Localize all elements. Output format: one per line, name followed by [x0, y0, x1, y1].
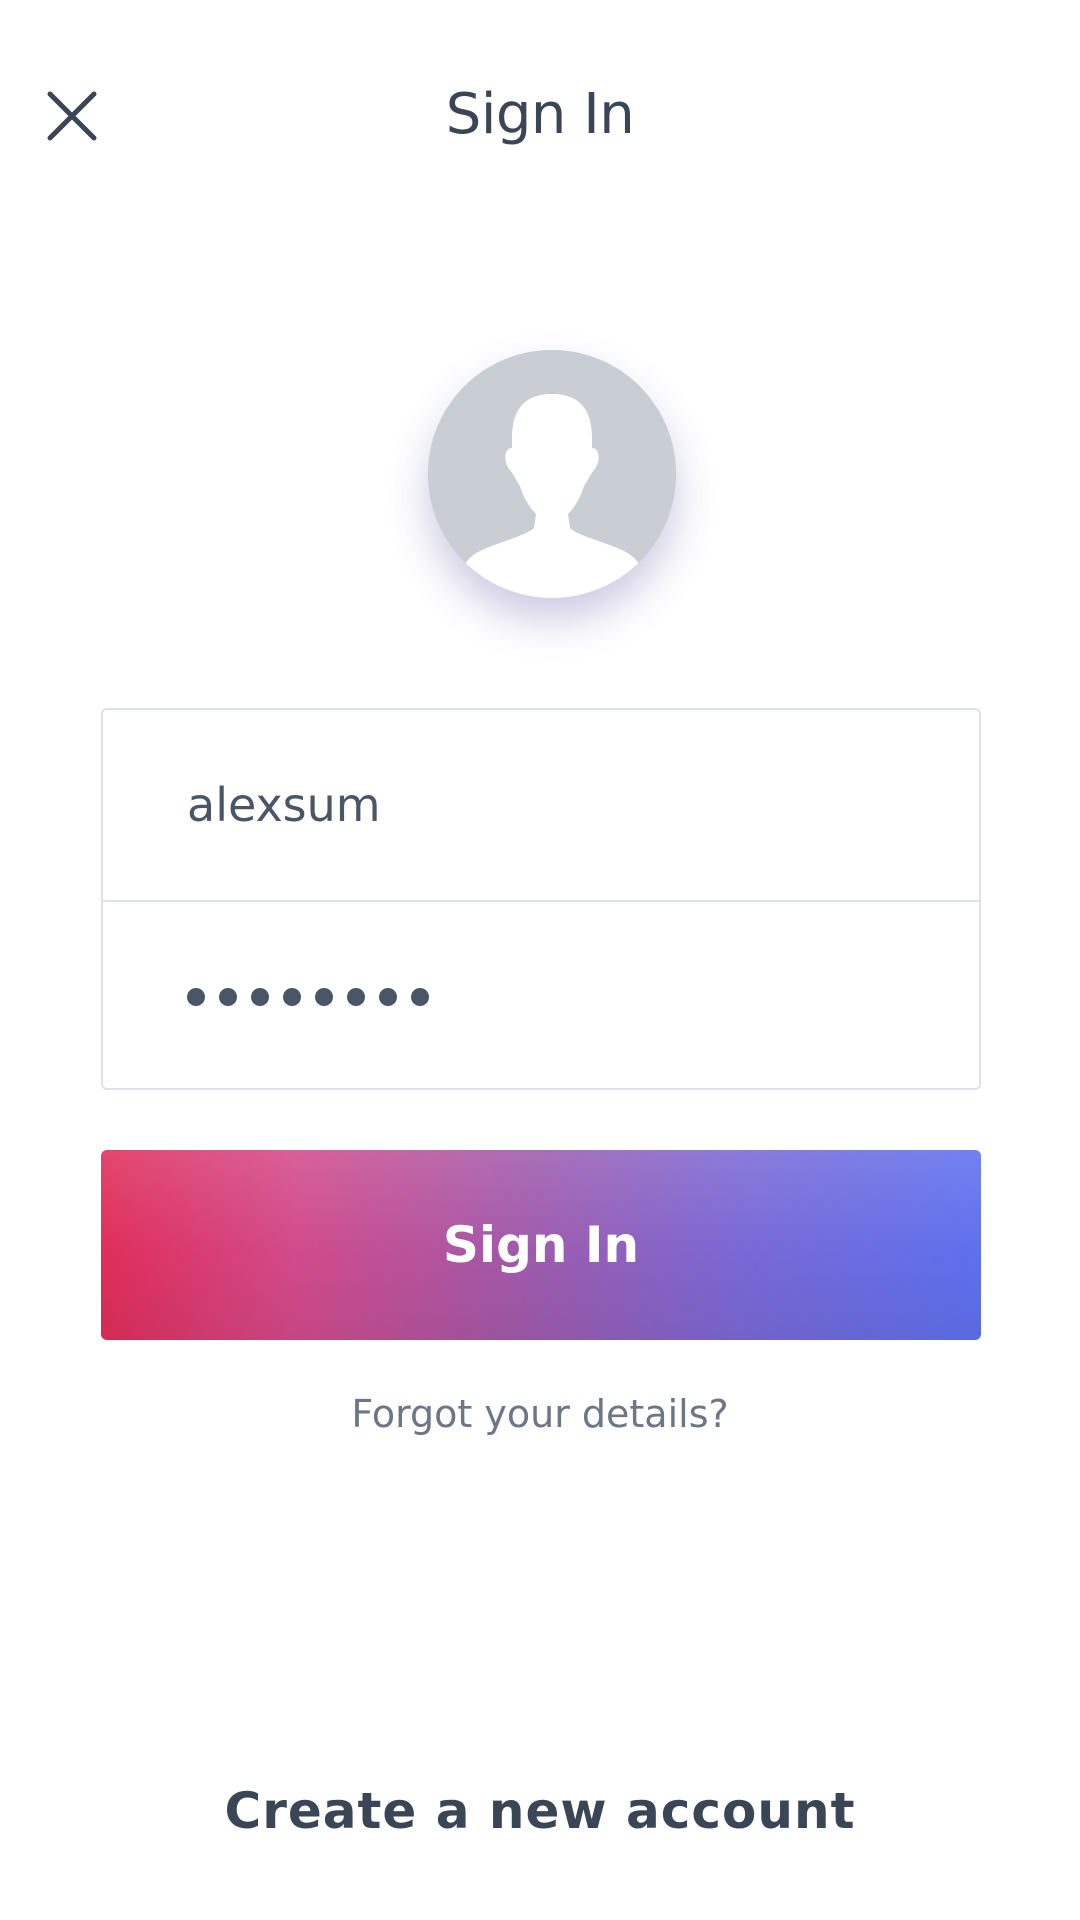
password-dot: [251, 988, 269, 1006]
password-dot: [283, 988, 301, 1006]
user-silhouette-icon: [428, 350, 676, 598]
username-input[interactable]: [187, 778, 979, 832]
password-dot: [315, 988, 333, 1006]
password-dot: [379, 988, 397, 1006]
sign-in-screen: Sign In Sign In Forgot your details? Cre…: [0, 0, 1080, 1920]
sign-in-button[interactable]: Sign In: [101, 1150, 981, 1340]
login-form: [101, 708, 981, 1090]
password-dot: [347, 988, 365, 1006]
password-dot: [411, 988, 429, 1006]
password-dot: [187, 988, 205, 1006]
password-field[interactable]: [103, 902, 979, 1092]
sign-in-button-label: Sign In: [442, 1216, 640, 1274]
password-input[interactable]: [187, 988, 429, 1006]
page-title: Sign In: [445, 82, 635, 147]
password-dot: [219, 988, 237, 1006]
username-field[interactable]: [103, 710, 979, 900]
forgot-details-link[interactable]: Forgot your details?: [0, 1392, 1080, 1436]
create-account-link[interactable]: Create a new account: [0, 1782, 1080, 1840]
avatar[interactable]: [428, 350, 676, 598]
